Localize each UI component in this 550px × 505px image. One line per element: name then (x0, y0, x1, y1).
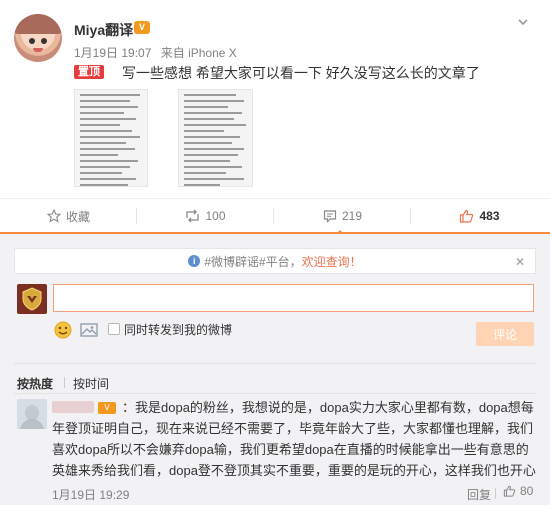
submit-comment-button[interactable]: 评论 (476, 322, 534, 346)
star-icon (46, 209, 61, 223)
comment-section: i #微博辟谣#平台， 欢迎查询！ ✕ 同时转发到我的微博 评论 按热度 按时间… (0, 234, 550, 505)
rumor-notice-bar: i #微博辟谣#平台， 欢迎查询！ ✕ (14, 248, 536, 274)
repost-button[interactable]: 100 (137, 199, 274, 233)
favorite-button[interactable]: 收藏 (0, 199, 137, 233)
comment-count: 219 (341, 209, 363, 223)
thumbs-up-icon (460, 209, 474, 223)
comment-icon (323, 210, 337, 223)
post-meta: 1月19日 19:07 来自 iPhone X (74, 44, 243, 61)
like-button[interactable]: 483 (411, 199, 548, 233)
topped-badge: 置顶 (74, 65, 104, 79)
repost-checkbox[interactable] (108, 323, 120, 335)
vip-badge-icon: V (134, 21, 150, 34)
post-text: 写一些感想 希望大家可以看一下 好久没写这么长的文章了 (122, 65, 480, 81)
post-image-thumbnail[interactable] (74, 89, 148, 187)
emoji-icon[interactable] (53, 320, 73, 340)
divider (495, 488, 496, 499)
thumbs-up-icon (503, 485, 516, 497)
comment-like-count: 80 (520, 484, 534, 498)
commenter-avatar[interactable] (17, 399, 47, 429)
favorite-label: 收藏 (65, 209, 90, 224)
divider (64, 377, 65, 388)
shield-logo-icon (22, 287, 42, 311)
repost-count: 100 (205, 209, 226, 223)
info-icon: i (188, 255, 201, 267)
comment-time: 1月19日 19:29 (52, 488, 130, 502)
divider (14, 393, 536, 394)
rumor-notice-link[interactable]: 欢迎查询！ (302, 253, 362, 270)
my-avatar (17, 284, 47, 314)
like-count: 483 (479, 209, 500, 223)
post-username[interactable]: Miya翻译 (74, 20, 133, 40)
post-action-bar: 收藏 100 219 483 (0, 198, 550, 236)
reply-button[interactable]: 回复 (467, 486, 491, 503)
post-source: 来自 iPhone X (160, 46, 237, 60)
repost-checkbox-label[interactable]: 同时转发到我的微博 (124, 321, 232, 338)
user-avatar[interactable] (14, 14, 62, 62)
image-upload-icon[interactable] (79, 320, 99, 340)
sort-by-time-tab[interactable]: 按时间 (73, 375, 109, 392)
sort-by-hot-tab[interactable]: 按热度 (17, 375, 53, 392)
chevron-down-icon[interactable] (517, 16, 529, 28)
comment-like-button[interactable]: 80 (503, 484, 533, 498)
post-date[interactable]: 1月19日 19:07 (74, 46, 151, 60)
comment-button[interactable]: 219 (274, 199, 411, 236)
close-icon[interactable]: ✕ (515, 255, 525, 269)
comment-input[interactable] (53, 284, 534, 312)
comment-text: ：我是dopa的粉丝，我想说的是，dopa实力大家心里都有数，dopa想每年登顶… (52, 400, 536, 478)
divider (14, 363, 536, 364)
repost-icon (186, 209, 200, 223)
rumor-notice-text: #微博辟谣#平台， (204, 254, 302, 269)
post-image-thumbnail[interactable] (178, 89, 253, 187)
